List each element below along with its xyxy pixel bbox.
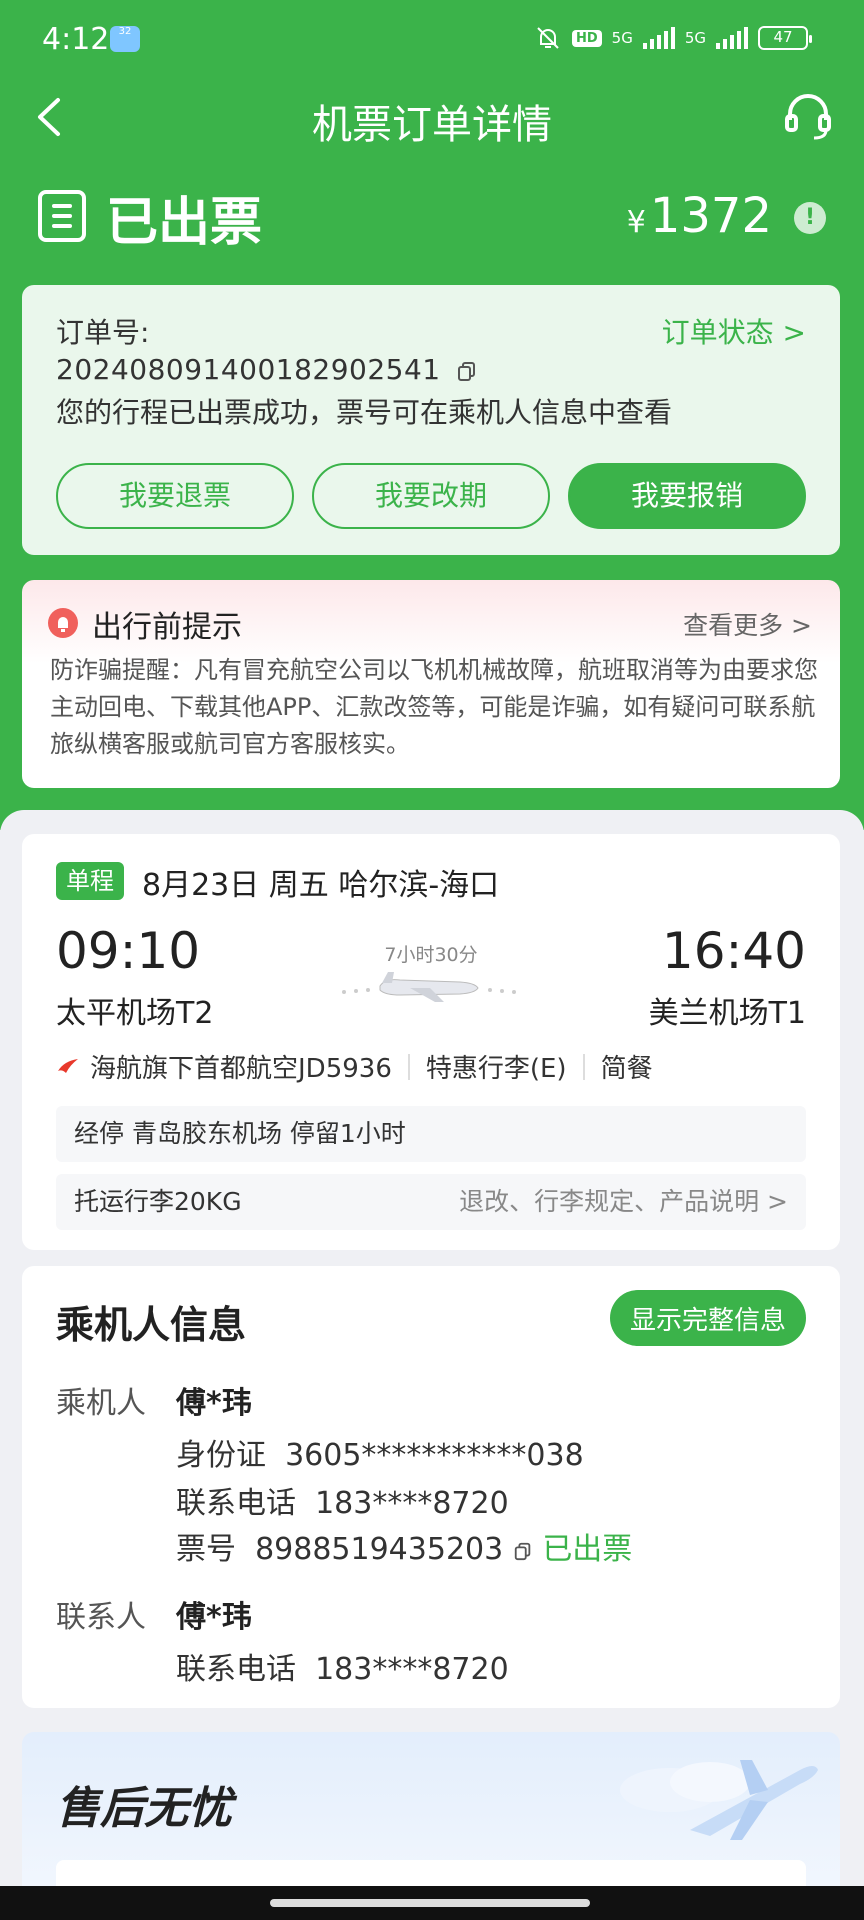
arrival-airport: 美兰机场T1 (648, 996, 806, 1031)
headset-icon (785, 94, 831, 140)
ticket-status: 已出票 (106, 193, 263, 253)
view-more-link[interactable]: 查看更多 > (683, 606, 812, 642)
battery-icon: 47 (758, 26, 812, 50)
trip-type-badge: 单程 (56, 862, 124, 900)
contact-label: 联系人 (56, 1600, 146, 1635)
airline-logo-icon (58, 1058, 78, 1073)
copy-icon[interactable] (456, 360, 478, 382)
signal-icon (642, 27, 675, 49)
baggage-allowance: 托运行李20KG (74, 1187, 242, 1216)
passenger-card: 乘机人信息 显示完整信息 乘机人 傅*玮 身份证 3605***********… (22, 1266, 840, 1708)
airplane-icon (342, 972, 516, 1002)
airline-info-row: 海航旗下首都航空JD5936 特惠行李(E) 简餐 (56, 1048, 653, 1085)
trip-date-route: 8月23日 周五 哈尔滨-海口 (142, 868, 500, 903)
ticket-status-badge: 已出票 (542, 1532, 633, 1567)
meal-type: 简餐 (600, 1054, 653, 1084)
baggage-row[interactable]: 托运行李20KG 退改、行李规定、产品说明 > (56, 1174, 806, 1230)
ticket-number: 8988519435203 (255, 1532, 504, 1567)
id-label: 身份证 (176, 1438, 266, 1473)
hd-badge: HD (571, 29, 602, 47)
rules-link[interactable]: 退改、行李规定、产品说明 > (459, 1174, 788, 1230)
phone-value: 183****8720 (315, 1486, 509, 1521)
divider (407, 1053, 410, 1080)
airline-flight-number: 海航旗下首都航空JD5936 (90, 1054, 392, 1084)
status-time: 4:12 (42, 22, 110, 57)
flight-card: 单程 8月23日 周五 哈尔滨-海口 09:10 7小时30分 16:40 太平… (22, 834, 840, 1250)
travel-tips-card: 出行前提示 查看更多 > 防诈骗提醒：凡有冒充航空公司以飞机机械故障，航班取消等… (22, 580, 840, 788)
reimburse-button[interactable]: 我要报销 (568, 463, 806, 529)
passenger-section-title: 乘机人信息 (56, 1303, 247, 1347)
contact-phone-label: 联系电话 (176, 1652, 296, 1687)
tips-body: 防诈骗提醒：凡有冒充航空公司以飞机机械故障，航班取消等为由要求您主动回电、下载其… (50, 656, 818, 758)
passenger-label: 乘机人 (56, 1386, 146, 1421)
page-title: 机票订单详情 (312, 102, 552, 148)
id-row: 身份证 3605***********038 (176, 1430, 584, 1474)
arrival-time: 16:40 (661, 922, 806, 980)
id-value: 3605***********038 (285, 1438, 584, 1473)
order-message: 您的行程已出票成功，票号可在乘机人信息中查看 (56, 396, 673, 429)
divider (582, 1053, 585, 1080)
order-number-label: 订单号: (56, 316, 150, 349)
phone-label: 联系电话 (176, 1486, 296, 1521)
order-status-link[interactable]: 订单状态 > (662, 311, 806, 351)
refund-button[interactable]: 我要退票 (56, 463, 294, 529)
contact-phone-row: 联系电话 183****8720 (176, 1644, 509, 1688)
customer-service-button[interactable] (782, 90, 834, 142)
show-full-info-button[interactable]: 显示完整信息 (609, 1290, 806, 1346)
reschedule-button[interactable]: 我要改期 (312, 463, 550, 529)
aftersale-title: 售后无忧 (56, 1783, 232, 1834)
tips-title: 出行前提示 (92, 610, 242, 645)
order-number: 20240809140018290254​1 (56, 353, 478, 386)
order-card: 订单号: 订单状态 > 20240809140018290254​1 您的行程已… (22, 285, 840, 555)
status-icons: HD 5G 5G 47 (534, 24, 812, 52)
price-currency: ¥ (626, 205, 646, 240)
mute-bell-icon (537, 27, 559, 49)
airplane-cloud-icon (620, 1760, 818, 1840)
passenger-name: 傅*玮 (176, 1386, 252, 1421)
document-icon (38, 190, 86, 242)
ticket-label: 票号 (176, 1532, 236, 1567)
weather-icon: 32 (110, 26, 140, 52)
home-indicator[interactable] (270, 1899, 590, 1907)
alert-bell-icon (48, 608, 78, 638)
network-label-2: 5G (684, 29, 706, 47)
contact-phone-value: 183****8720 (315, 1652, 509, 1687)
contact-name: 傅*玮 (176, 1600, 252, 1635)
departure-airport: 太平机场T2 (56, 996, 214, 1031)
ticket-row: 票号 8988519435203 已出票 (176, 1524, 632, 1568)
phone-row: 联系电话 183****8720 (176, 1478, 509, 1522)
order-number-value: 20240809140018290254​1 (56, 353, 441, 386)
order-price[interactable]: ¥1372 (627, 188, 772, 244)
price-info-icon[interactable]: ! (794, 202, 826, 234)
fare-type: 特惠行李(E) (425, 1054, 567, 1084)
signal-icon-2 (716, 27, 748, 49)
price-value: 1372 (649, 188, 772, 244)
network-label-1: 5G (611, 29, 633, 47)
stopover-row: 经停 青岛胶东机场 停留1小时 (56, 1106, 806, 1162)
copy-icon[interactable] (513, 1541, 533, 1561)
